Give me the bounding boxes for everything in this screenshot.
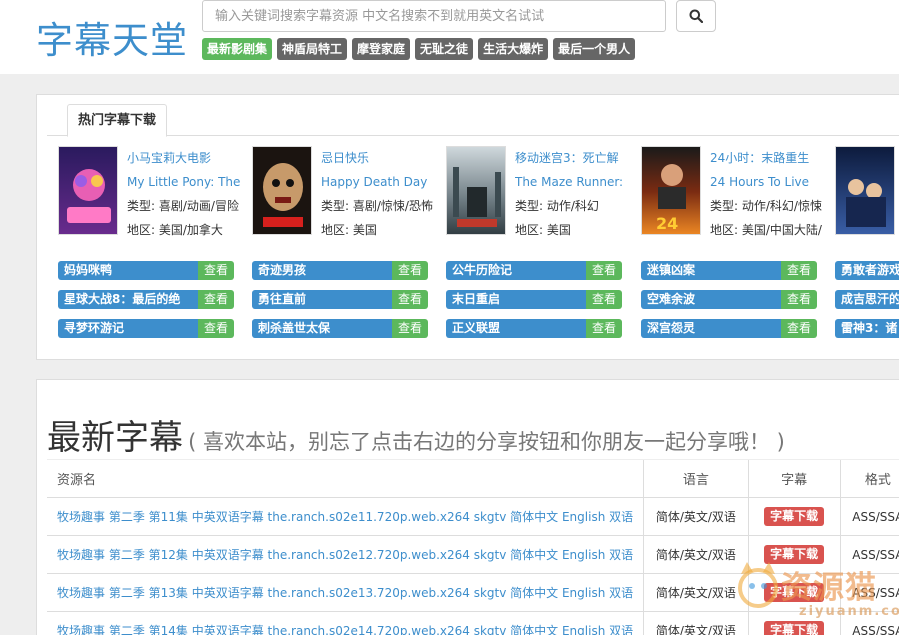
site-logo[interactable]: 字幕天堂 — [36, 10, 188, 64]
view-button[interactable]: 查看 — [781, 290, 817, 309]
quick-link[interactable]: 刺杀盖世太保 查看 — [252, 319, 428, 338]
language-cell: 简体/英文/双语 — [643, 497, 749, 536]
tag-last-man[interactable]: 最后一个男人 — [553, 38, 636, 60]
quick-link[interactable]: 深宫怨灵 查看 — [641, 319, 817, 338]
movie-genre: 类型: 动作/科幻/惊悚 — [710, 199, 822, 213]
movie-card: 24 24小时：末路重生 24 Hours To Live 类型: 动作/科幻/… — [641, 146, 831, 238]
download-button[interactable]: 字幕下载 — [764, 507, 825, 526]
view-button[interactable]: 查看 — [586, 319, 622, 338]
hot-tags: 最新影剧集 神盾局特工 摩登家庭 无耻之徒 生活大爆炸 最后一个男人 — [202, 38, 636, 60]
movie-genre: 类型: 喜剧/动画/冒险 — [127, 199, 239, 213]
table-row: 牧场趣事 第二季 第11集 中英双语字幕 the.ranch.s02e11.72… — [47, 497, 899, 536]
hot-subtitles-panel: 热门字幕下载 小马宝莉大电影 My Little Pony: The 类型: 喜… — [36, 94, 899, 360]
movie-title-en[interactable]: 24 Hours To Live — [710, 175, 809, 189]
resource-link[interactable]: 牧场趣事 第二季 第11集 中英双语字幕 the.ranch.s02e11.72… — [57, 510, 633, 524]
view-button[interactable]: 查看 — [781, 319, 817, 338]
view-button[interactable]: 查看 — [392, 290, 428, 309]
quick-link[interactable]: 寻梦环游记 查看 — [58, 319, 234, 338]
tab-hot-downloads[interactable]: 热门字幕下载 — [67, 104, 168, 137]
search-icon — [689, 9, 703, 23]
tag-shameless[interactable]: 无耻之徒 — [415, 38, 474, 60]
movie-poster[interactable] — [835, 146, 895, 235]
view-button[interactable]: 查看 — [198, 319, 234, 338]
view-button[interactable]: 查看 — [586, 290, 622, 309]
view-button[interactable]: 查看 — [392, 319, 428, 338]
tag-shield[interactable]: 神盾局特工 — [277, 38, 348, 60]
movie-poster[interactable] — [446, 146, 506, 235]
quick-link[interactable]: 勇往直前 查看 — [252, 290, 428, 309]
quick-link[interactable]: 迷镇凶案 查看 — [641, 261, 817, 280]
col-subtitle: 字幕 — [747, 459, 841, 498]
view-button[interactable]: 查看 — [392, 261, 428, 280]
watermark: 资源猫 ziyuanm.com — [733, 560, 899, 635]
movie-card: 忌日快乐 Happy Death Day 类型: 喜剧/惊悚/恐怖 地区: 美国 — [252, 146, 442, 238]
quick-link[interactable]: 星球大战8：最后的绝 查看 — [58, 290, 234, 309]
movie-poster[interactable] — [252, 146, 312, 235]
search-input[interactable] — [202, 0, 666, 32]
resource-link[interactable]: 牧场趣事 第二季 第14集 中英双语字幕 the.ranch.s02e14.72… — [57, 624, 633, 635]
movie-title-cn[interactable]: 移动迷宫3：死亡解 — [515, 151, 619, 165]
movie-card: 移动迷宫3：死亡解 The Maze Runner: 类型: 动作/科幻 地区:… — [446, 146, 636, 238]
section-title: 最新字幕 ( 喜欢本站，别忘了点击右边的分享按钮和你朋友一起分享哦！ ) — [47, 410, 785, 459]
resource-link[interactable]: 牧场趣事 第二季 第12集 中英双语字幕 the.ranch.s02e12.72… — [57, 548, 633, 562]
quick-link[interactable]: 勇敢者游戏 — [835, 261, 899, 280]
movie-title-en[interactable]: Happy Death Day — [321, 175, 427, 189]
cat-logo-icon — [738, 562, 778, 608]
quick-link[interactable]: 妈妈咪鸭 查看 — [58, 261, 234, 280]
site-header: 字幕天堂 最新影剧集 神盾局特工 摩登家庭 无耻之徒 生活大爆炸 最后一个男人 — [0, 0, 899, 74]
movie-card — [835, 146, 899, 238]
movie-card: 小马宝莉大电影 My Little Pony: The 类型: 喜剧/动画/冒险… — [58, 146, 248, 238]
latest-subtitle: ( 喜欢本站，别忘了点击右边的分享按钮和你朋友一起分享哦！ ) — [188, 430, 785, 454]
quick-link[interactable]: 正义联盟 查看 — [446, 319, 622, 338]
tab-bar: 热门字幕下载 — [47, 95, 899, 137]
tag-latest-series[interactable]: 最新影剧集 — [202, 38, 273, 60]
col-language: 语言 — [643, 459, 749, 498]
format-cell: ASS/SSA — [839, 497, 899, 536]
watermark-url: ziyuanm.com — [799, 604, 899, 619]
movie-region: 地区: 美国 — [321, 223, 377, 237]
movie-poster[interactable] — [58, 146, 118, 235]
col-format: 格式 — [839, 459, 899, 498]
col-resource: 资源名 — [47, 459, 644, 498]
poster-title: 24 — [656, 214, 678, 233]
quick-link[interactable]: 雷神3：诸 — [835, 319, 899, 338]
search-button[interactable] — [676, 0, 716, 32]
quick-link[interactable]: 空难余波 查看 — [641, 290, 817, 309]
movie-title-cn[interactable]: 忌日快乐 — [321, 151, 369, 165]
movie-title-en[interactable]: The Maze Runner: — [515, 175, 623, 189]
quick-link[interactable]: 成吉思汗的 — [835, 290, 899, 309]
view-button[interactable]: 查看 — [781, 261, 817, 280]
resource-link[interactable]: 牧场趣事 第二季 第13集 中英双语字幕 the.ranch.s02e13.72… — [57, 586, 633, 600]
movie-region: 地区: 美国/中国大陆/ — [710, 223, 822, 237]
view-button[interactable]: 查看 — [198, 290, 234, 309]
movie-genre: 类型: 喜剧/惊悚/恐怖 — [321, 199, 433, 213]
watermark-text: 资源猫 — [781, 570, 877, 606]
movie-title-cn[interactable]: 小马宝莉大电影 — [127, 151, 211, 165]
tag-big-bang[interactable]: 生活大爆炸 — [478, 38, 549, 60]
movie-genre: 类型: 动作/科幻 — [515, 199, 599, 213]
table-header: 资源名 语言 字幕 格式 — [47, 459, 899, 498]
movie-title-en[interactable]: My Little Pony: The — [127, 175, 240, 189]
view-button[interactable]: 查看 — [586, 261, 622, 280]
view-button[interactable]: 查看 — [198, 261, 234, 280]
movie-title-cn[interactable]: 24小时：末路重生 — [710, 151, 809, 165]
quick-link[interactable]: 奇迹男孩 查看 — [252, 261, 428, 280]
quick-link[interactable]: 公牛历险记 查看 — [446, 261, 622, 280]
movie-region: 地区: 美国/加拿大 — [127, 223, 223, 237]
tag-modern-family[interactable]: 摩登家庭 — [352, 38, 411, 60]
movie-region: 地区: 美国 — [515, 223, 571, 237]
quick-link[interactable]: 末日重启 查看 — [446, 290, 622, 309]
latest-title: 最新字幕 — [47, 418, 183, 458]
movie-poster[interactable]: 24 — [641, 146, 701, 235]
